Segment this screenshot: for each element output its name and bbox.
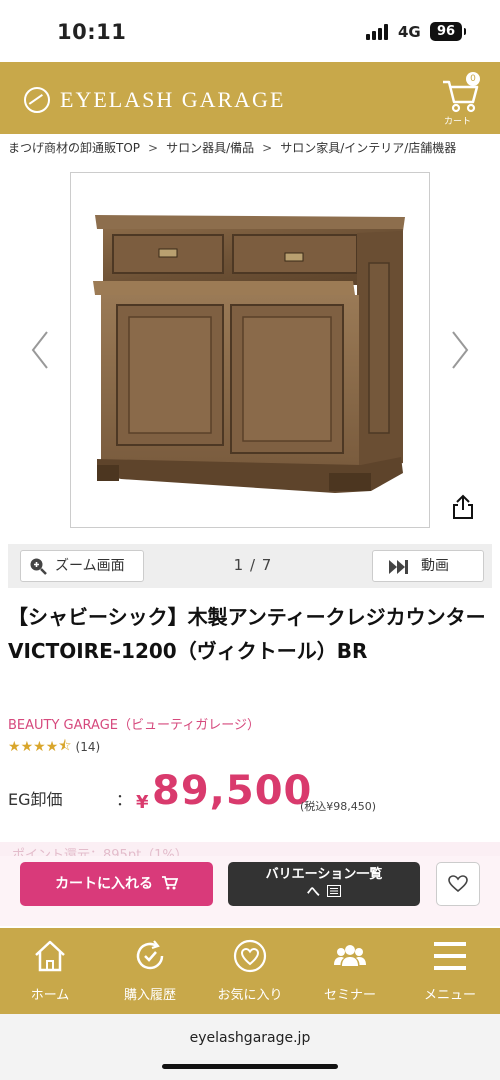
price-value: 89,500	[152, 768, 313, 814]
variations-label-suffix: へ	[306, 885, 320, 900]
cabinet-image	[93, 215, 405, 493]
nav-item-seminar[interactable]: セミナー	[300, 928, 400, 1014]
nav-label: セミナー	[323, 988, 376, 1003]
add-to-cart-button[interactable]: カートに入れる	[20, 862, 213, 906]
share-icon[interactable]	[452, 494, 474, 520]
chevron-right-icon: >	[148, 141, 159, 155]
nav-label: メニュー	[423, 988, 476, 1003]
nav-item-menu[interactable]: メニュー	[400, 928, 500, 1014]
nav-item-favorites[interactable]: お気に入り	[200, 928, 300, 1014]
variations-label: バリエーション一覧	[265, 867, 383, 882]
logo-mark-icon	[24, 87, 50, 113]
home-indicator	[162, 1064, 338, 1069]
product-title: 【シャビーシック】木製アンティークレジカウンター VICTOIRE-1200（ヴ…	[8, 605, 486, 663]
battery-icon: 96	[430, 22, 466, 41]
network-type: 4G	[398, 23, 421, 41]
cart-button[interactable]: 0 カート	[440, 70, 484, 128]
breadcrumb-item[interactable]: サロン器具/備品	[166, 141, 254, 155]
site-header: EYELASH GARAGE 0 カート	[0, 62, 500, 134]
chevron-right-icon: >	[262, 141, 273, 155]
nav-item-home[interactable]: ホーム	[0, 928, 100, 1014]
home-icon	[35, 940, 65, 972]
url-text: eyelashgarage.jp	[189, 1030, 311, 1046]
favorite-button[interactable]	[436, 862, 480, 906]
cart-icon	[161, 876, 179, 890]
signal-icon	[366, 24, 390, 40]
price-label: EG卸価	[8, 790, 63, 809]
cart-label: カート	[444, 117, 472, 127]
cart-count-badge: 0	[466, 72, 480, 86]
breadcrumb-item[interactable]: サロン家具/インテリア/店舗機器	[280, 141, 456, 155]
list-icon	[327, 885, 342, 897]
half-star-icon: ⯪	[58, 738, 72, 754]
star-icon: ★	[20, 739, 34, 755]
menu-icon	[434, 942, 466, 970]
gallery-toolbar: ズーム画面 1 / 7 動画	[8, 544, 492, 588]
site-logo[interactable]: EYELASH GARAGE	[24, 86, 285, 114]
seminar-icon	[334, 945, 366, 966]
play-icon	[389, 560, 408, 574]
nav-label: ホーム	[30, 988, 70, 1003]
status-time: 10:11	[57, 20, 127, 44]
purchase-action-bar: カートに入れる バリエーション一覧 へ	[0, 856, 500, 926]
star-icon: ★	[45, 739, 59, 755]
history-icon	[136, 940, 164, 970]
breadcrumb-item[interactable]: まつげ商材の卸通販TOP	[8, 141, 140, 155]
zoom-icon	[30, 558, 47, 575]
price-currency: ¥	[136, 792, 149, 813]
variations-button[interactable]: バリエーション一覧 へ	[228, 862, 420, 906]
brand-link[interactable]: BEAUTY GARAGE（ビューティガレージ）	[8, 714, 260, 733]
star-icon: ★	[33, 739, 46, 755]
gallery-page-indicator: 1 / 7	[233, 556, 273, 574]
browser-url-bar[interactable]: eyelashgarage.jp	[0, 1014, 500, 1080]
heart-icon	[448, 875, 468, 893]
nav-label: 購入履歴	[123, 988, 176, 1003]
price-tax-included: (税込¥98,450)	[300, 800, 377, 813]
video-label: 動画	[421, 558, 449, 574]
video-button[interactable]: 動画	[372, 550, 484, 582]
heart-icon	[233, 939, 267, 973]
chevron-right-icon[interactable]	[450, 330, 470, 370]
chevron-left-icon[interactable]	[30, 330, 50, 370]
bottom-nav: ホーム 購入履歴 お気に入り セミナー メニュー	[0, 928, 500, 1014]
rating[interactable]: ★ ★ ★ ★ ⯪ (14)	[8, 738, 100, 756]
product-gallery	[0, 160, 500, 540]
logo-text: EYELASH GARAGE	[60, 87, 286, 112]
nav-item-history[interactable]: 購入履歴	[100, 928, 200, 1014]
breadcrumb: まつげ商材の卸通販TOP > サロン器具/備品 > サロン家具/インテリア/店舗機器	[0, 136, 500, 160]
review-count: (14)	[75, 740, 101, 754]
zoom-button[interactable]: ズーム画面	[20, 550, 144, 582]
add-to-cart-label: カートに入れる	[55, 876, 154, 892]
status-bar: 10:11 4G 96	[0, 0, 500, 62]
price-colon: ：	[116, 790, 133, 809]
nav-label: お気に入り	[217, 988, 283, 1003]
product-image[interactable]	[70, 172, 430, 528]
zoom-label: ズーム画面	[55, 558, 125, 574]
star-icon: ★	[8, 739, 21, 755]
